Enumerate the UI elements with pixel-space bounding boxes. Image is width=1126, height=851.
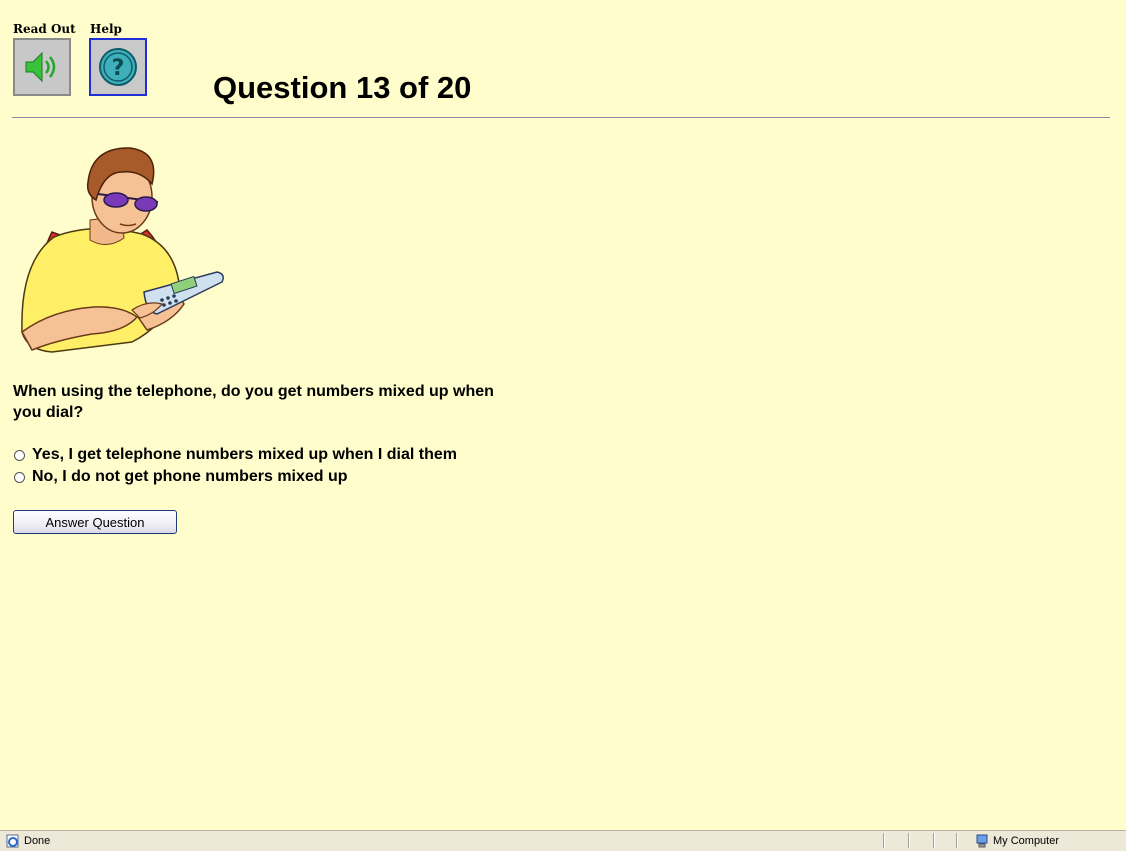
- answer-option-label: No, I do not get phone numbers mixed up: [32, 468, 348, 485]
- status-done-text: Done: [24, 835, 51, 847]
- status-bar: Done My Computer: [0, 830, 1126, 851]
- speaker-icon: [25, 51, 56, 83]
- read-out-label: Read Out: [13, 22, 76, 36]
- person-with-phone-illustration: [21, 147, 224, 353]
- zone-label: My Computer: [993, 835, 1060, 847]
- help-icon: ?: [99, 48, 137, 86]
- status-cell: [933, 833, 935, 848]
- answer-option-label: Yes, I get telephone numbers mixed up wh…: [32, 446, 457, 463]
- status-cell: [908, 833, 910, 848]
- help-label: Help: [90, 22, 122, 36]
- ie-page-icon: [6, 834, 19, 848]
- help-button[interactable]: ?: [89, 38, 147, 96]
- status-text: Done: [6, 834, 50, 848]
- svg-text:?: ?: [112, 56, 125, 81]
- my-computer-icon: [976, 834, 988, 848]
- answer-option-yes[interactable]: Yes, I get telephone numbers mixed up wh…: [14, 446, 457, 464]
- status-cell: [883, 833, 885, 848]
- radio-no[interactable]: [14, 471, 25, 483]
- security-zone[interactable]: My Computer: [975, 834, 1059, 848]
- page-title: Question 13 of 20: [213, 70, 472, 105]
- radio-yes[interactable]: [14, 449, 25, 461]
- answer-question-button[interactable]: Answer Question: [13, 510, 177, 534]
- question-text: When using the telephone, do you get num…: [13, 383, 494, 421]
- status-cell: [956, 833, 958, 848]
- divider: [12, 117, 1110, 118]
- quiz-page: Read Out Help ? Question 13 of 20 When u…: [0, 0, 1126, 830]
- answer-option-no[interactable]: No, I do not get phone numbers mixed up: [14, 468, 348, 486]
- read-out-button[interactable]: [13, 38, 71, 96]
